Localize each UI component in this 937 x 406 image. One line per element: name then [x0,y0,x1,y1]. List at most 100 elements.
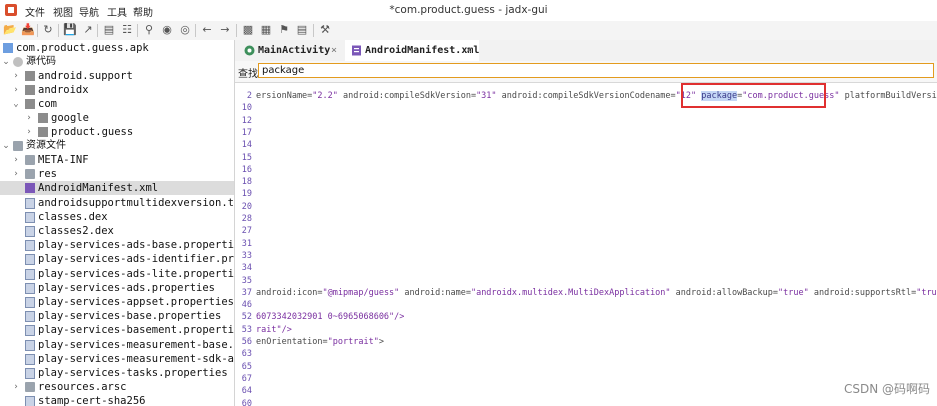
tree-source-code[interactable]: ⌄ 源代码 [0,55,234,69]
quark-icon[interactable]: ▦ [259,23,273,37]
search-icon[interactable]: ⚲ [142,23,156,37]
settings-icon[interactable]: ⚒ [318,23,332,37]
resource-item[interactable]: play-services-tasks.properties [0,366,234,380]
resource-item[interactable]: › resources.arsc [0,380,234,394]
toolbar-separator [97,24,98,37]
line-number: 10 [241,103,252,113]
toolbar: 📂 📥 ↻ 💾 ↗ ▤ ☷ ⚲ ◉ ◎ ← → ▩ ▦ ⚑ ▤ ⚒ [0,21,937,41]
close-icon[interactable]: × [331,40,337,61]
package-icon [25,85,35,95]
sync-icon[interactable]: ↻ [41,23,55,37]
tree-item-androidx[interactable]: › androidx [0,83,234,97]
line-number: 18 [241,177,252,187]
attr-value: "portrait" [327,337,379,347]
tree-item-product-guess[interactable]: › product.guess [0,125,234,139]
package-icon [38,127,48,137]
tab-android-manifest[interactable]: AndroidManifest.xml × [345,40,479,63]
package-icon [38,113,48,123]
chevron-right-icon[interactable]: › [11,167,21,181]
line-number: 16 [241,165,252,175]
line-number: 64 [241,386,252,396]
resource-item[interactable]: classes2.dex [0,224,234,238]
attr-name: platformBuildVersionCod [844,91,937,101]
code-line: android:icon="@mipmap/guess" android:nam… [256,287,937,299]
resource-item[interactable]: play-services-measurement-base.pr [0,338,234,352]
chevron-right-icon[interactable]: › [24,125,34,139]
package-icon [25,71,35,81]
package-icon [25,99,35,109]
resource-item[interactable]: play-services-ads.properties [0,281,234,295]
tree-root-apk[interactable]: com.product.guess.apk [0,41,234,55]
add-files-icon[interactable]: 📥 [21,23,35,37]
xml-file-icon [352,45,361,56]
debug-icon[interactable]: ⚑ [277,23,291,37]
chevron-right-icon[interactable]: › [24,111,34,125]
resource-item[interactable]: play-services-basement.properties [0,323,234,337]
chevron-down-icon[interactable]: ⌄ [1,139,11,153]
open-file-icon[interactable]: 📂 [3,23,17,37]
forward-icon[interactable]: → [218,23,232,37]
line-number: 12 [241,116,252,126]
tree-resources[interactable]: ⌄ 资源文件 [0,139,234,153]
line-number: 28 [241,214,252,224]
resource-item[interactable]: play-services-base.properties [0,309,234,323]
line-number: 37 [241,288,252,298]
chevron-down-icon[interactable]: ⌄ [1,55,11,69]
tree-item-google[interactable]: › google [0,111,234,125]
chevron-right-icon[interactable]: › [11,153,21,167]
back-icon[interactable]: ← [200,23,214,37]
xml-file-icon [25,183,35,193]
tab-main-activity[interactable]: MainActivity × [235,40,343,61]
menu-bar: 文件 视图 导航 工具 帮助 *com.product.guess - jadx… [0,0,937,22]
resource-item[interactable]: play-services-appset.properties [0,295,234,309]
resource-item[interactable]: play-services-ads-base.properties [0,238,234,252]
code-line: enOrientation="portrait"> [256,336,384,348]
code-line: ersionName="2.2" android:compileSdkVersi… [256,90,937,102]
line-number: 60 [241,399,252,406]
save-icon[interactable]: 💾 [63,23,77,37]
file-icon [25,396,35,406]
attr-name: android:name= [399,288,471,298]
resource-item[interactable]: › META-INF [0,153,234,167]
resource-item[interactable]: play-services-ads-lite.properties [0,267,234,281]
resource-item[interactable]: › res [0,167,234,181]
attr-name: ersionName= [256,91,313,101]
export-icon[interactable]: ↗ [81,23,95,37]
code-editor[interactable]: 2 ersionName="2.2" android:compileSdkVers… [235,83,937,406]
line-number: 27 [241,226,252,236]
close-icon[interactable]: × [466,40,472,61]
attr-name: android:compileSdkVersion= [337,91,477,101]
resource-item[interactable]: play-services-measurement-sdk-api [0,352,234,366]
resource-item[interactable]: stamp-cert-sha256 [0,394,234,406]
chevron-down-icon[interactable]: ⌄ [11,97,21,111]
resource-item[interactable]: AndroidManifest.xml [0,181,234,195]
deobf-icon[interactable]: ▩ [241,23,255,37]
line-number: 52 [241,312,252,322]
file-icon [25,226,35,237]
folder-icon [25,382,35,392]
attr-value: "31" [476,91,497,101]
flatten-icon[interactable]: ▤ [102,23,116,37]
attr-name: > [378,337,384,347]
watermark: CSDN @码啊码 [843,382,930,396]
toolbar-separator [137,24,138,37]
attr-name: enOrientation= [256,337,328,347]
log-icon[interactable]: ▤ [295,23,309,37]
attr-name: android:allowBackup= [670,288,779,298]
tree-icon[interactable]: ☷ [120,23,134,37]
file-icon [25,311,35,322]
chevron-right-icon[interactable]: › [11,380,21,394]
tree-item-com[interactable]: ⌄ com [0,97,234,111]
tree-item-android-support[interactable]: › android.support [0,69,234,83]
resources-folder-icon [13,141,23,151]
resource-item[interactable]: classes.dex [0,210,234,224]
resource-item[interactable]: androidsupportmultidexversion.txt [0,196,234,210]
chevron-right-icon[interactable]: › [11,83,21,97]
resource-item[interactable]: play-services-ads-identifier.prope [0,252,234,266]
search-usage-icon[interactable]: ◎ [178,23,192,37]
line-number: 2 [246,91,252,101]
chevron-right-icon[interactable]: › [11,69,21,83]
attr-value: "2.2" [312,91,338,101]
search-class-icon[interactable]: ◉ [160,23,174,37]
find-input[interactable] [258,63,934,78]
